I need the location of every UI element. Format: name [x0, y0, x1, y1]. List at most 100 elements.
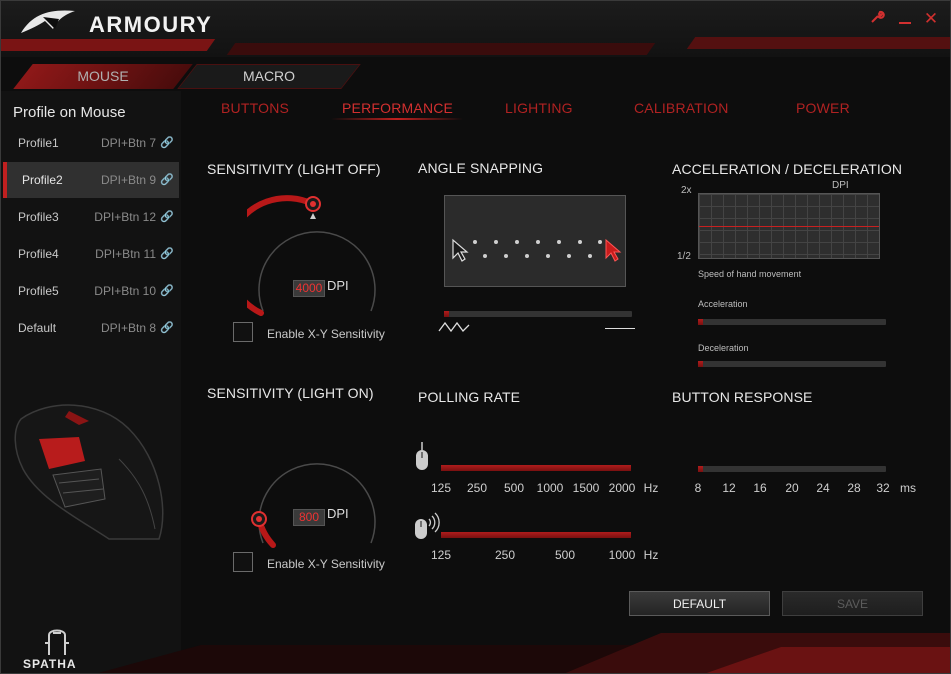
sensitivity-off-dpi-unit: DPI: [327, 278, 349, 293]
profile-item-2[interactable]: Profile2 DPI+Btn 9 🔗: [3, 162, 179, 198]
deceleration-label: Deceleration: [698, 343, 749, 353]
accel-graph: [698, 193, 880, 259]
wired-tick-250: 250: [466, 481, 488, 495]
bottom-decoration: [98, 633, 950, 673]
link-icon: 🔗: [160, 248, 174, 260]
wrench-icon[interactable]: [867, 9, 887, 29]
profile-item-3[interactable]: Profile3 DPI+Btn 12 🔗: [3, 199, 179, 235]
response-tick-32: 32: [876, 481, 890, 495]
response-tick-12: 12: [722, 481, 736, 495]
acceleration-slider[interactable]: [698, 319, 886, 325]
wired-unit: Hz: [643, 481, 659, 495]
mouse-illustration-icon: [14, 404, 164, 540]
profile-item-4[interactable]: Profile4 DPI+Btn 11 🔗: [3, 236, 179, 272]
xy-sensitivity-off-checkbox[interactable]: [233, 322, 253, 342]
link-icon: 🔗: [160, 137, 174, 149]
sensitivity-off-dpi-value[interactable]: 4000: [293, 280, 325, 297]
accel-title: ACCELERATION / DECELERATION: [672, 161, 903, 177]
tab-macro[interactable]: MACRO: [177, 64, 361, 89]
sidebar-heading: Profile on Mouse: [13, 104, 126, 121]
accel-curve: [699, 226, 879, 227]
accel-graph-bottom: 1/2: [677, 251, 691, 262]
minimize-icon[interactable]: [895, 9, 915, 29]
profile-binding: DPI+Btn 7: [100, 136, 156, 150]
wired-tick-1500: 1500: [572, 481, 600, 495]
link-icon: 🔗: [160, 285, 174, 297]
wired-polling-slider[interactable]: [441, 465, 631, 471]
sensitivity-off-title: SENSITIVITY (LIGHT OFF): [207, 161, 381, 177]
sensitivity-on-title: SENSITIVITY (LIGHT ON): [207, 385, 374, 401]
response-unit: ms: [900, 481, 916, 495]
accel-graph-unit: DPI: [832, 180, 849, 191]
cursor-end-icon: [605, 238, 622, 262]
accel-graph-top: 2x: [681, 185, 692, 196]
app-title: ARMOURY: [89, 12, 213, 37]
default-button[interactable]: DEFAULT: [629, 591, 770, 616]
acceleration-label: Acceleration: [698, 299, 748, 309]
deceleration-slider[interactable]: [698, 361, 886, 367]
response-tick-16: 16: [753, 481, 767, 495]
wireless-tick-125: 125: [430, 548, 452, 562]
close-icon[interactable]: ✕: [921, 9, 941, 29]
profile-binding: DPI+Btn 8: [100, 321, 156, 335]
profile-binding: DPI+Btn 9: [100, 173, 156, 187]
sensitivity-off-dial[interactable]: [247, 191, 387, 321]
save-button[interactable]: SAVE: [782, 591, 923, 616]
profile-name: Profile2: [22, 173, 63, 187]
title-decoration: [1, 35, 950, 61]
profile-binding: DPI+Btn 11: [95, 247, 156, 261]
response-tick-20: 20: [785, 481, 799, 495]
wireless-tick-250: 250: [494, 548, 516, 562]
profile-sidebar: Profile on Mouse Profile1 DPI+Btn 7 🔗 Pr…: [1, 91, 181, 673]
accel-graph-xlabel: Speed of hand movement: [698, 269, 802, 279]
xy-sensitivity-on-label: Enable X-Y Sensitivity: [267, 557, 385, 571]
wired-tick-1000: 1000: [536, 481, 564, 495]
sensitivity-on-dpi-unit: DPI: [327, 506, 349, 521]
tab-buttons[interactable]: BUTTONS: [221, 100, 289, 116]
tab-performance[interactable]: PERFORMANCE: [342, 100, 453, 116]
wired-tick-125: 125: [430, 481, 452, 495]
tab-lighting[interactable]: LIGHTING: [505, 100, 573, 116]
profile-item-5[interactable]: Profile5 DPI+Btn 10 🔗: [3, 273, 179, 309]
angle-snapping-dots: [452, 238, 622, 262]
title-bar: ARMOURY ✕: [1, 1, 950, 57]
xy-sensitivity-on-checkbox[interactable]: [233, 552, 253, 572]
response-tick-8: 8: [694, 481, 702, 495]
tab-power[interactable]: POWER: [796, 100, 850, 116]
xy-sensitivity-off-label: Enable X-Y Sensitivity: [267, 327, 385, 341]
polling-rate-title: POLLING RATE: [418, 389, 521, 405]
angle-snapping-title: ANGLE SNAPPING: [418, 160, 544, 176]
button-response-title: BUTTON RESPONSE: [672, 389, 813, 405]
tab-mouse-label: MOUSE: [77, 68, 129, 84]
wireless-tick-1000: 1000: [608, 548, 636, 562]
profile-binding: DPI+Btn 10: [94, 284, 156, 298]
profile-name: Profile1: [18, 136, 59, 150]
tab-calibration[interactable]: CALIBRATION: [634, 100, 729, 116]
sensitivity-on-dpi-value[interactable]: 800: [293, 509, 325, 526]
tab-macro-label: MACRO: [242, 68, 296, 84]
armoury-window: ARMOURY ✕ MOUSE MACRO Profile on Mouse P…: [0, 0, 951, 674]
button-response-slider[interactable]: [698, 466, 886, 472]
profile-name: Profile4: [18, 247, 59, 261]
angle-snapping-preview: [444, 195, 626, 287]
profile-item-default[interactable]: Default DPI+Btn 8 🔗: [3, 310, 179, 346]
link-icon: 🔗: [160, 322, 174, 334]
wireless-tick-500: 500: [554, 548, 576, 562]
profile-binding: DPI+Btn 12: [94, 210, 156, 224]
cursor-start-icon: [452, 238, 469, 262]
tab-mouse[interactable]: MOUSE: [13, 64, 193, 89]
wave-line-icon: [438, 321, 470, 333]
wireless-unit: Hz: [643, 548, 659, 562]
response-tick-24: 24: [816, 481, 830, 495]
wireless-mouse-icon: [415, 512, 440, 539]
sensitivity-on-dial[interactable]: [247, 433, 387, 553]
link-icon: 🔗: [160, 211, 174, 223]
link-icon: 🔗: [160, 174, 174, 186]
straight-line-icon: [605, 328, 635, 329]
wireless-polling-slider[interactable]: [441, 532, 631, 538]
wired-tick-2000: 2000: [608, 481, 636, 495]
profile-name: Profile3: [18, 210, 59, 224]
wired-mouse-icon: [416, 442, 428, 470]
profile-item-1[interactable]: Profile1 DPI+Btn 7 🔗: [3, 125, 179, 161]
angle-snapping-slider[interactable]: [444, 311, 632, 317]
